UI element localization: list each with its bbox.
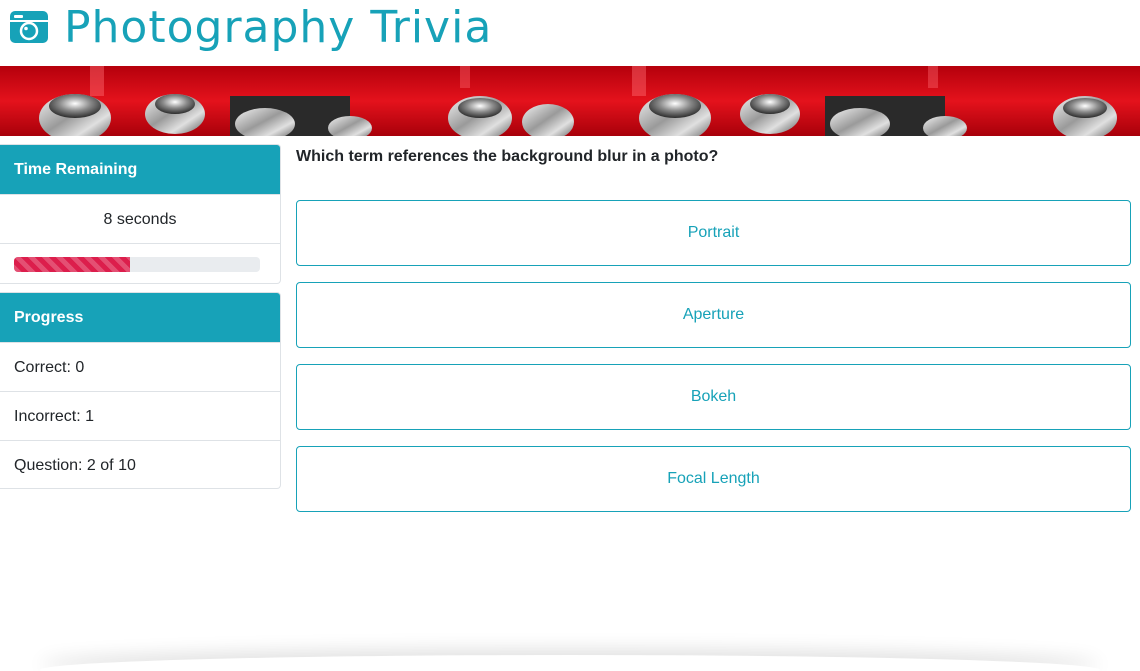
- site-title: Photography Trivia: [64, 2, 493, 53]
- timer-progress-bar: [14, 257, 260, 272]
- time-remaining-heading: Time Remaining: [0, 145, 280, 194]
- answer-button-portrait[interactable]: Portrait: [296, 200, 1131, 266]
- progress-heading: Progress: [0, 293, 280, 342]
- question-text: Which term references the background blu…: [296, 148, 719, 165]
- time-remaining-card: Time Remaining 8 seconds: [0, 144, 281, 284]
- progress-card: Progress Correct: 0 Incorrect: 1 Questio…: [0, 292, 281, 489]
- page-shadow: [40, 655, 1100, 671]
- timer-progress-fill: [14, 257, 130, 272]
- time-remaining-value: 8 seconds: [0, 194, 280, 243]
- question-counter: Question: 2 of 10: [0, 440, 280, 488]
- banner-image: [0, 66, 1140, 136]
- correct-count: Correct: 0: [0, 342, 280, 391]
- answer-button-aperture[interactable]: Aperture: [296, 282, 1131, 348]
- camera-icon: [9, 9, 49, 45]
- answer-button-focal-length[interactable]: Focal Length: [296, 446, 1131, 512]
- incorrect-count: Incorrect: 1: [0, 391, 280, 440]
- site-header: Photography Trivia: [0, 0, 1140, 66]
- answer-button-bokeh[interactable]: Bokeh: [296, 364, 1131, 430]
- timer-bar-row: [0, 243, 280, 283]
